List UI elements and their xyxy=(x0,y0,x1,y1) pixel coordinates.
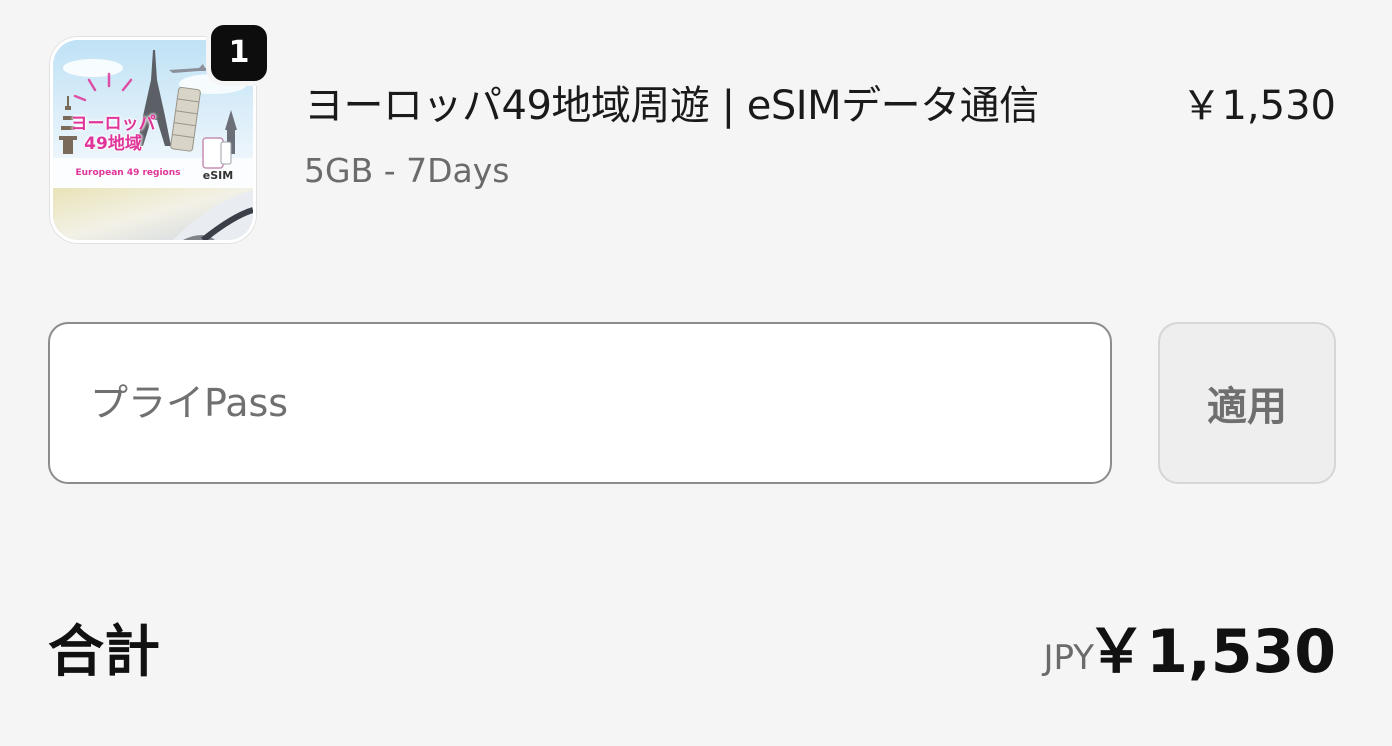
product-image-subtitle-text: European 49 regions xyxy=(75,168,181,178)
total-amount: ￥1,530 xyxy=(1086,617,1336,687)
product-price: ￥1,530 xyxy=(1181,83,1336,129)
checkout-order-summary: ヨーロッパ 49地域 European 49 regions eSIM 1 ヨー… xyxy=(0,0,1392,746)
discount-code-input[interactable] xyxy=(48,322,1112,484)
apply-button[interactable]: 適用 xyxy=(1158,322,1336,484)
quantity-badge: 1 xyxy=(206,20,272,86)
product-image-title-text: ヨーロッパ 49地域 xyxy=(70,114,156,154)
product-variant: 5GB - 7Days xyxy=(304,151,510,190)
total-label: 合計 xyxy=(48,620,160,685)
product-title: ヨーロッパ49地域周遊 | eSIMデータ通信 xyxy=(304,83,1039,129)
product-image-esim-text: eSIM xyxy=(202,169,234,182)
